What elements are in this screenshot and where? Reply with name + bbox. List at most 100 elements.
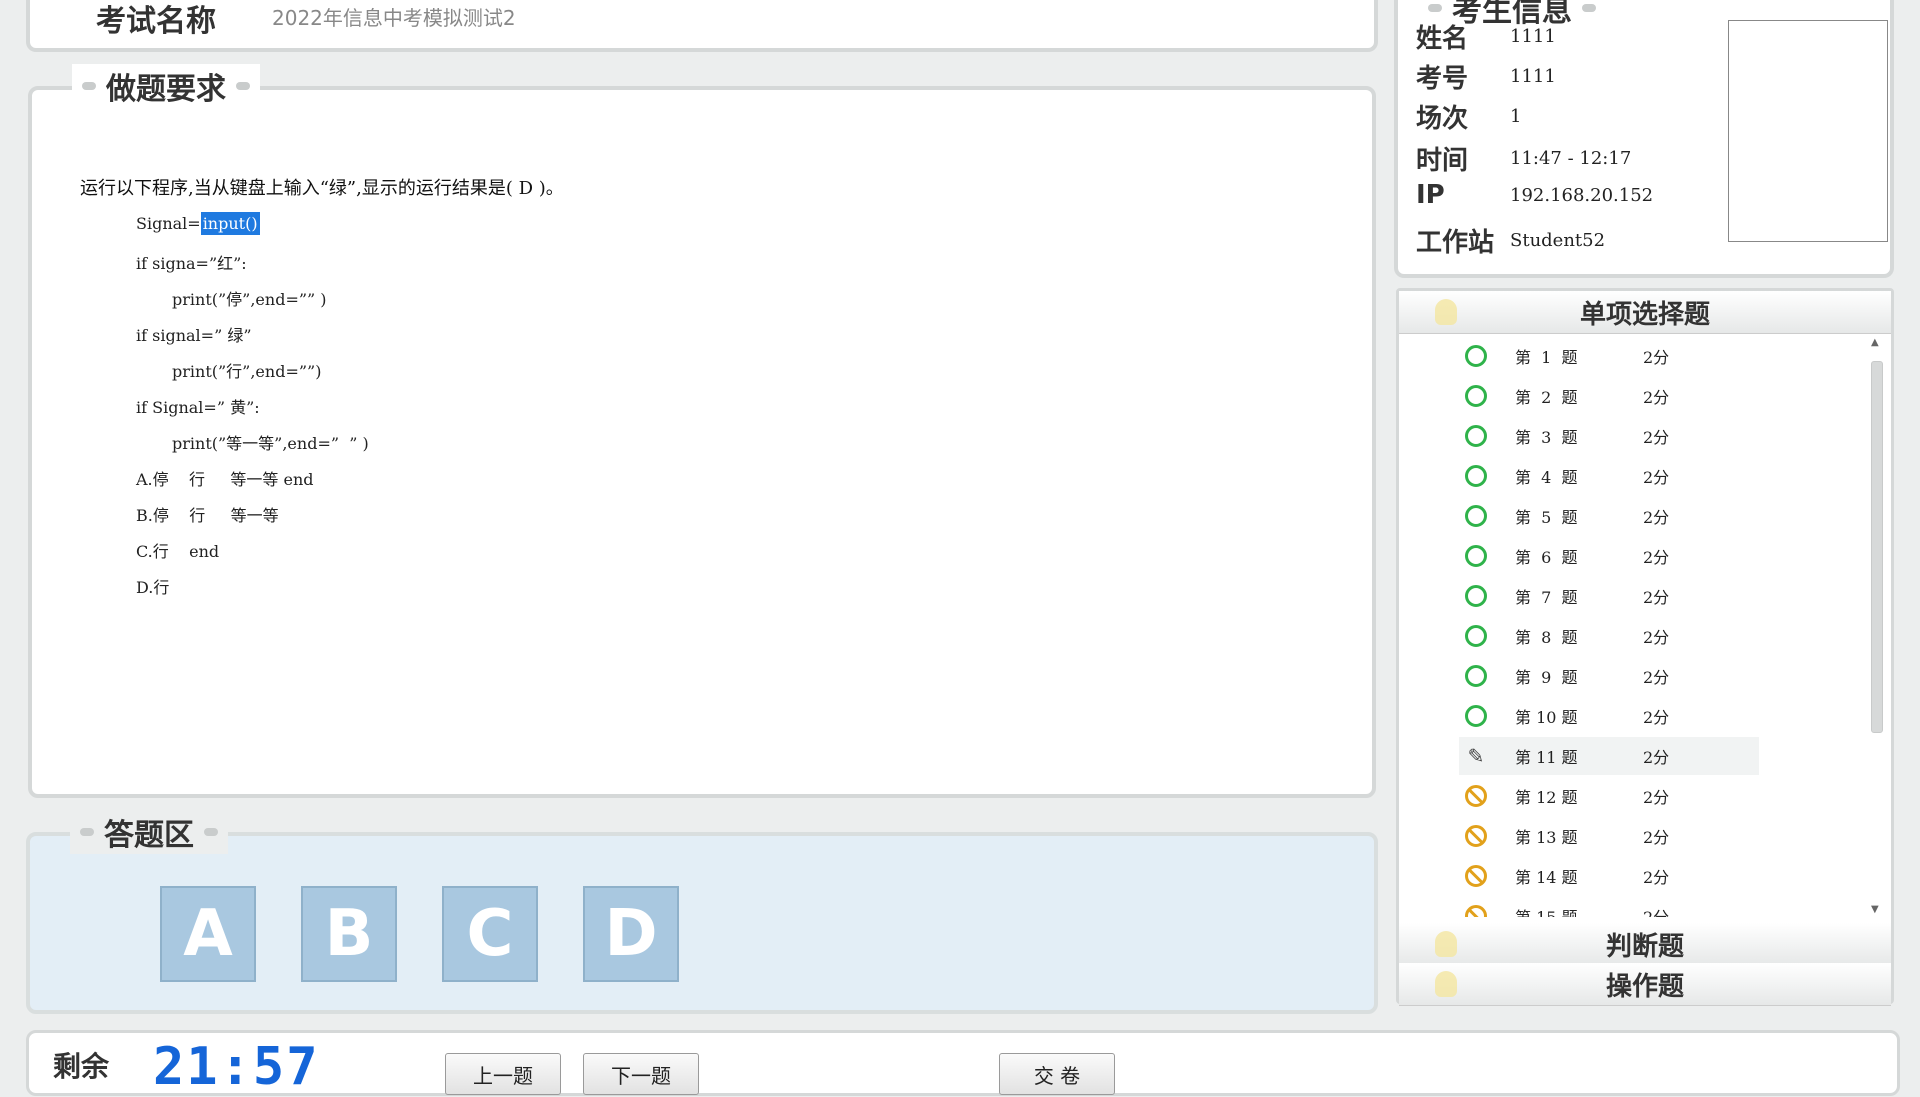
unanswered-ban-icon [1465,825,1487,847]
question-item[interactable]: 第 5 题 2分 [1459,497,1759,535]
question-label: 第 11 题 [1515,748,1578,767]
next-question-button[interactable]: 下一题 [583,1053,699,1095]
legend-dot-icon [1582,4,1596,12]
question-points: 2分 [1643,428,1670,447]
question-label: 第 4 题 [1515,468,1578,487]
question-panel-title: 做题要求 [72,64,260,108]
section-label: 判断题 [1605,931,1684,962]
answer-d-button[interactable]: D [583,886,679,982]
question-points: 2分 [1643,388,1670,407]
question-item[interactable]: 第 7 题 2分 [1459,577,1759,615]
info-value: 1111 [1510,66,1556,87]
answered-circle-icon [1465,505,1487,527]
question-item[interactable]: 第 2 题 2分 [1459,377,1759,415]
question-points: 2分 [1643,904,1669,917]
legend-dot-icon [82,82,96,90]
question-item[interactable]: 第 10 题 2分 [1459,697,1759,735]
exam-name-label: 考试名称 [96,4,216,39]
info-row-session: 场次 1 [1416,98,1521,135]
answered-circle-icon [1465,545,1487,567]
question-points: 2分 [1643,668,1670,687]
info-value: Student52 [1510,230,1606,251]
lightbulb-icon [1435,299,1457,325]
question-label: 第 12 题 [1515,788,1578,807]
question-points: 2分 [1643,588,1670,607]
question-points: 2分 [1643,748,1670,767]
question-item[interactable]: 第 3 题 2分 [1459,417,1759,455]
student-info-panel: 考生信息 姓名 1111 考号 1111 场次 1 时间 11:47 - 12:17 I… [1394,0,1894,278]
answered-circle-icon [1465,345,1487,367]
option-a-text: A.停 行 等一等 end [136,470,314,489]
answer-panel: 答题区 A B C D [26,810,1378,1014]
question-item[interactable]: 第 14 题 2分 [1459,857,1759,895]
question-list[interactable]: 第 1 题 2分 第 2 题 2分 第 3 题 2分 第 4 题 2分 第 5 题 2分 … [1399,337,1869,917]
code-line-4: if signal=” 绿” [136,326,252,345]
scroll-thumb[interactable] [1871,361,1883,733]
answered-circle-icon [1465,665,1487,687]
code-line-6: if Signal=” 黄”: [136,398,260,417]
answer-c-button[interactable]: C [442,886,538,982]
info-value: 192.168.20.152 [1510,184,1654,206]
section-single-choice[interactable]: 单项选择题 [1399,291,1891,334]
info-row-workstation: 工作站 Student52 [1416,222,1605,259]
code-prefix: Signal= [136,214,201,233]
question-item[interactable]: 第 13 题 2分 [1459,817,1759,855]
question-label: 第 8 题 [1515,628,1578,647]
question-label: 第 9 题 [1515,668,1578,687]
question-points: 2分 [1643,708,1670,727]
question-list-scrollbar[interactable]: ▲ ▼ [1867,337,1885,915]
question-points: 2分 [1643,468,1670,487]
answer-panel-title: 答题区 [70,810,228,854]
prev-question-button[interactable]: 上一题 [445,1053,561,1095]
answer-b-button[interactable]: B [301,886,397,982]
question-label: 第 15 题 [1515,904,1635,917]
question-item[interactable]: 第 1 题 2分 [1459,337,1759,375]
scroll-up-icon[interactable]: ▲ [1871,337,1879,348]
legend-dot-icon [236,82,250,90]
countdown-timer: 21:57 [153,1037,320,1097]
section-operation[interactable]: 操作题 [1399,963,1891,1006]
answer-a-button[interactable]: A [160,886,256,982]
unanswered-ban-icon [1465,905,1487,917]
question-item[interactable]: 第 6 题 2分 [1459,537,1759,575]
selected-text[interactable]: input() [200,212,260,235]
question-label: 第 1 题 [1515,348,1578,367]
info-value: 1 [1510,106,1522,127]
answered-circle-icon [1465,705,1487,727]
info-key: 考号 [1416,64,1469,94]
answered-circle-icon [1465,425,1487,447]
legend-dot-icon [80,828,94,836]
question-points: 2分 [1643,508,1670,527]
info-key: 时间 [1416,146,1469,176]
question-label: 第 5 题 [1515,508,1578,527]
question-item[interactable]: 第 4 题 2分 [1459,457,1759,495]
question-label: 第 10 题 [1515,708,1578,727]
info-row-name: 姓名 1111 [1416,18,1556,55]
scroll-down-icon[interactable]: ▼ [1871,904,1879,915]
question-item[interactable]: 第 15 题 2分 [1459,897,1759,917]
info-value: 1111 [1510,26,1556,47]
info-key: 工作站 [1416,228,1495,258]
option-b-text: B.停 行 等一等 [136,506,279,525]
question-label: 第 3 题 [1515,428,1578,447]
question-points: 2分 [1643,868,1670,887]
code-line-2: if signa=”红”: [136,254,247,273]
bottom-toolbar: 剩余 21:57 上一题 下一题 交 卷 [26,1030,1900,1097]
question-points: 2分 [1643,828,1670,847]
option-d-text: D.行 [136,578,170,597]
legend-dot-icon [1428,4,1442,12]
answered-circle-icon [1465,625,1487,647]
question-label: 第 14 题 [1515,868,1578,887]
info-key: 场次 [1416,104,1469,134]
lightbulb-icon [1435,931,1457,957]
question-item[interactable]: 第 9 题 2分 [1459,657,1759,695]
question-item-current[interactable]: ✎ 第 11 题 2分 [1459,737,1759,775]
info-row-ip: IP 192.168.20.152 [1416,180,1653,210]
question-item[interactable]: 第 8 题 2分 [1459,617,1759,655]
code-line-5: print(”行”,end=””) [172,362,322,381]
section-true-false[interactable]: 判断题 [1399,923,1891,966]
question-item[interactable]: 第 12 题 2分 [1459,777,1759,815]
question-points: 2分 [1643,628,1670,647]
question-list-panel: 单项选择题 第 1 题 2分 第 2 题 2分 第 3 题 2分 第 4 题 2分 第 … [1396,288,1894,1006]
submit-exam-button[interactable]: 交 卷 [999,1053,1115,1095]
